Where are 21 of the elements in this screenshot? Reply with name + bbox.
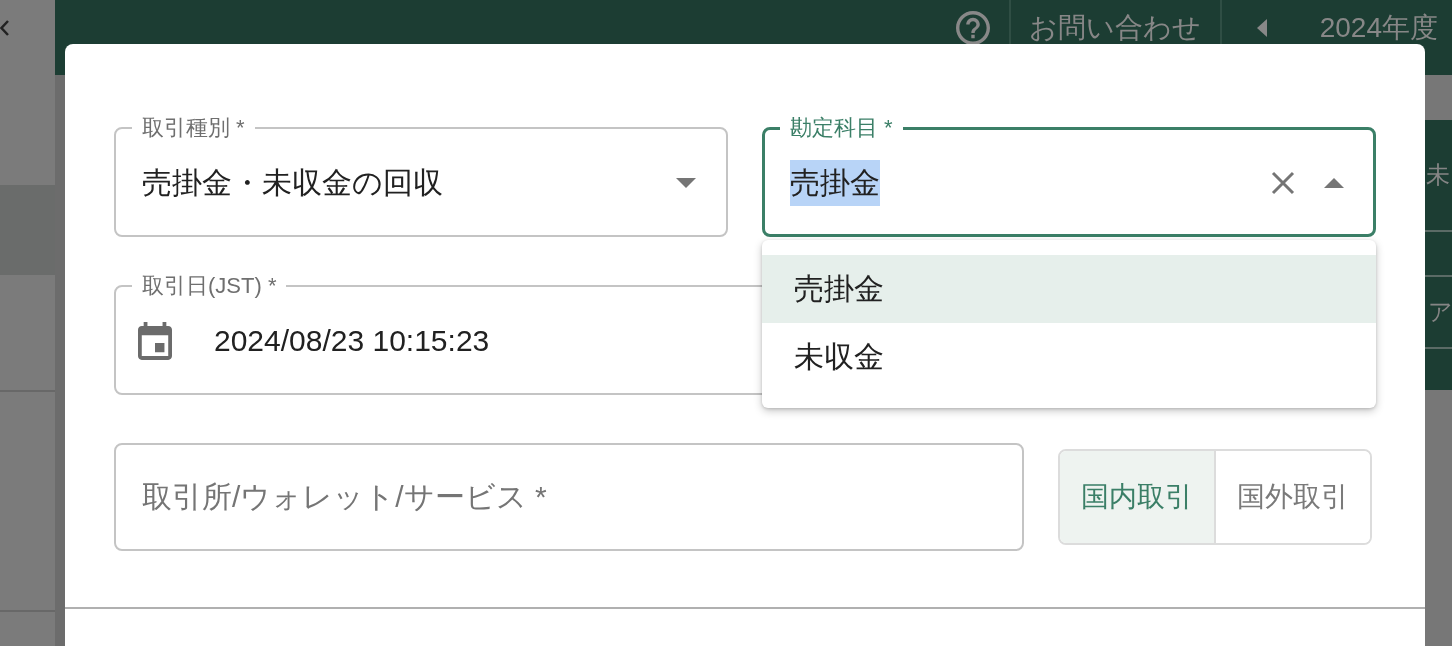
table-text: ア bbox=[1428, 297, 1452, 327]
caret-down-icon[interactable] bbox=[676, 178, 696, 188]
toggle-button[interactable]: 国内取引 bbox=[1060, 451, 1214, 543]
autocomplete-field[interactable]: 勘定科目 * 売掛金 bbox=[762, 115, 1376, 237]
field-value: 売掛金・未収金の回収 bbox=[142, 165, 443, 201]
field-label: 取引日(JST) * bbox=[141, 273, 278, 299]
menu-option[interactable]: 売掛金 bbox=[762, 255, 1376, 323]
select-field[interactable]: 取引種別 * 売掛金・未収金の回収 bbox=[114, 115, 728, 237]
field-value: 2024/08/23 10:15:23 bbox=[214, 323, 490, 359]
clear-icon[interactable] bbox=[1271, 171, 1295, 195]
table-text: 未 bbox=[1426, 160, 1450, 190]
calendar-icon[interactable] bbox=[138, 322, 172, 360]
toggle-button[interactable]: 国外取引 bbox=[1214, 451, 1370, 543]
exchange-input[interactable]: 取引所/ウォレット/サービス * bbox=[114, 443, 1024, 551]
field-value: 売掛金 bbox=[790, 160, 880, 206]
help-icon[interactable] bbox=[955, 11, 990, 45]
caret-up-icon[interactable] bbox=[1324, 178, 1344, 188]
chevron-left-icon[interactable] bbox=[0, 20, 9, 36]
field-label: 勘定科目 * bbox=[789, 115, 894, 141]
field-label: 取引種別 * bbox=[141, 115, 246, 141]
caret-left-icon[interactable] bbox=[1256, 19, 1267, 37]
